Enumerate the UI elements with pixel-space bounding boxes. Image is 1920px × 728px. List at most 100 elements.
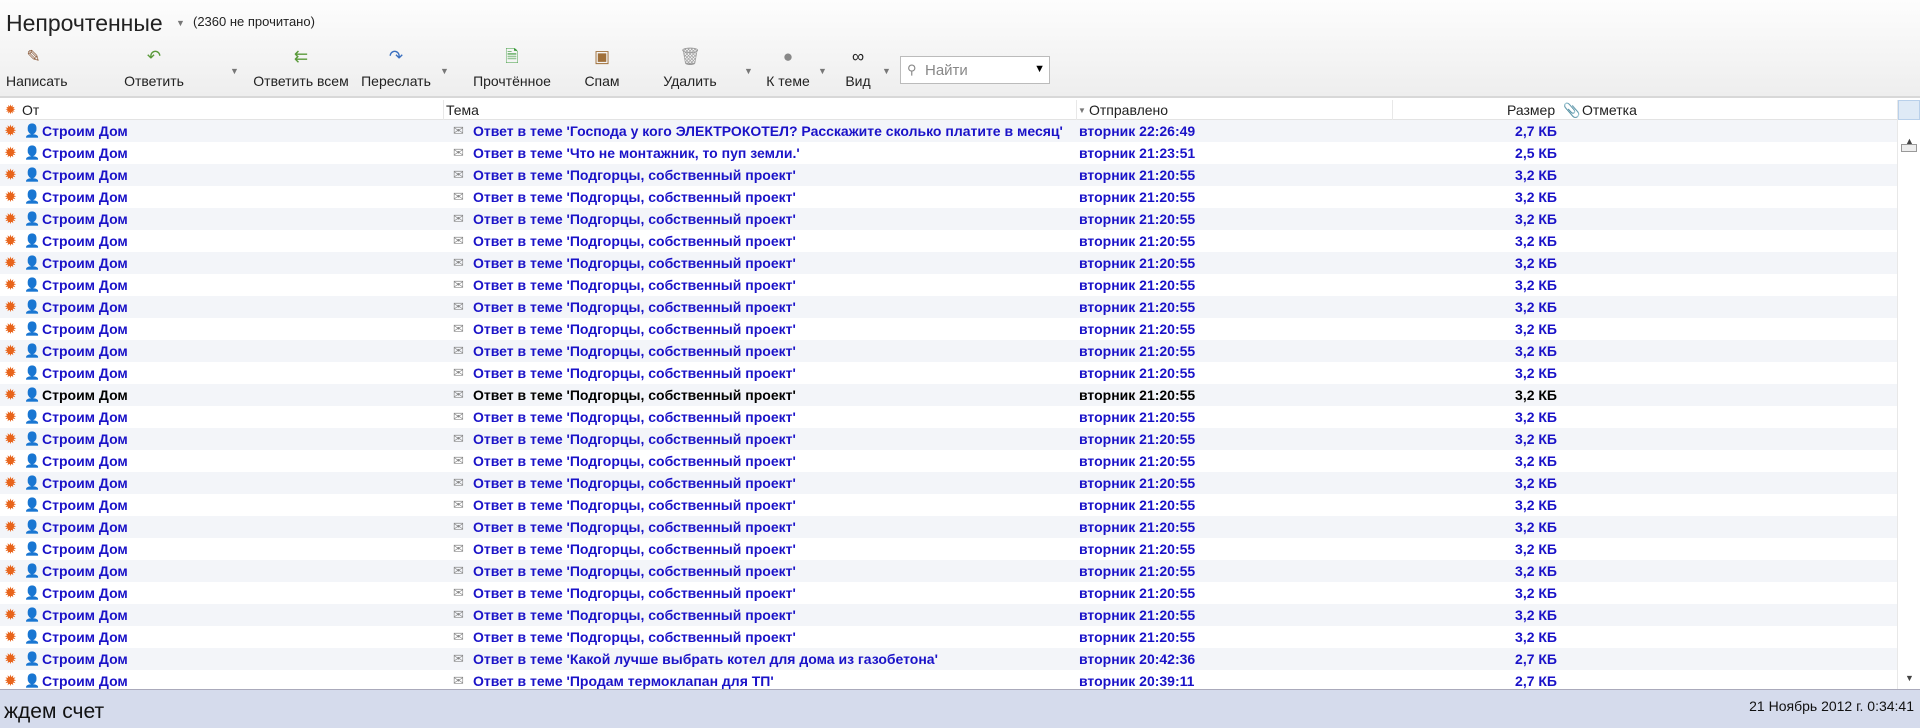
unread-icon[interactable]: ✹ <box>5 541 16 557</box>
message-row[interactable]: ✹ 👤 Строим Дом ✉ Ответ в теме 'Подгорцы, соб… <box>0 582 1897 604</box>
unread-icon[interactable]: ✹ <box>5 211 16 227</box>
message-row[interactable]: ✹ 👤 Строим Дом ✉ Ответ в теме 'Подгорцы, соб… <box>0 384 1897 406</box>
message-row[interactable]: ✹ 👤 Строим Дом ✉ Ответ в теме 'Подгорцы, соб… <box>0 604 1897 626</box>
message-row[interactable]: ✹ 👤 Строим Дом ✉ Ответ в теме 'Подгорцы, соб… <box>0 428 1897 450</box>
spam-button[interactable]: ▣ Спам <box>580 46 624 92</box>
message-row[interactable]: ✹ 👤 Строим Дом ✉ Ответ в теме 'Что не монтаж… <box>0 142 1897 164</box>
contact-icon: 👤 <box>24 277 41 292</box>
thread-button[interactable]: ● К теме <box>762 46 814 92</box>
reply-all-button[interactable]: ⇇ Ответить всем <box>250 46 352 92</box>
message-size: 3,2 КБ <box>1515 343 1557 359</box>
column-divider[interactable] <box>443 100 444 120</box>
message-sent: вторник 21:20:55 <box>1079 277 1196 293</box>
message-row[interactable]: ✹ 👤 Строим Дом ✉ Ответ в теме 'Подгорцы, соб… <box>0 274 1897 296</box>
scroll-down-icon[interactable]: ▼ <box>1905 673 1914 683</box>
message-row[interactable]: ✹ 👤 Строим Дом ✉ Ответ в теме 'Подгорцы, соб… <box>0 208 1897 230</box>
unread-icon[interactable]: ✹ <box>5 431 16 447</box>
search-dropdown-icon[interactable]: ▼ <box>1034 63 1045 75</box>
attachment-icon[interactable]: 📎 <box>1563 102 1580 119</box>
unread-icon[interactable]: ✹ <box>5 519 16 535</box>
delete-button[interactable]: 🗑 Удалить <box>660 46 720 92</box>
unread-icon[interactable]: ✹ <box>5 321 16 337</box>
message-size: 3,2 КБ <box>1515 321 1557 337</box>
unread-icon[interactable]: ✹ <box>5 673 16 689</box>
delete-dropdown-icon[interactable]: ▼ <box>744 66 753 76</box>
vertical-scrollbar[interactable]: ▲ ▼ <box>1897 100 1920 689</box>
unread-icon[interactable]: ✹ <box>5 475 16 491</box>
unread-icon[interactable]: ✹ <box>5 343 16 359</box>
message-row[interactable]: ✹ 👤 Строим Дом ✉ Ответ в теме 'Подгорцы, соб… <box>0 340 1897 362</box>
message-row[interactable]: ✹ 👤 Строим Дом ✉ Ответ в теме 'Подгорцы, соб… <box>0 538 1897 560</box>
message-from: Строим Дом <box>42 189 128 205</box>
message-row[interactable]: ✹ 👤 Строим Дом ✉ Ответ в теме 'Продам термок… <box>0 670 1897 689</box>
message-row[interactable]: ✹ 👤 Строим Дом ✉ Ответ в теме 'Подгорцы, соб… <box>0 560 1897 582</box>
message-row[interactable]: ✹ 👤 Строим Дом ✉ Ответ в теме 'Подгорцы, соб… <box>0 450 1897 472</box>
column-size[interactable]: Размер <box>1507 102 1555 118</box>
message-row[interactable]: ✹ 👤 Строим Дом ✉ Ответ в теме 'Подгорцы, соб… <box>0 494 1897 516</box>
message-row[interactable]: ✹ 👤 Строим Дом ✉ Ответ в теме 'Какой лучше в… <box>0 648 1897 670</box>
folder-title[interactable]: Непрочтенные <box>6 10 163 37</box>
message-row[interactable]: ✹ 👤 Строим Дом ✉ Ответ в теме 'Подгорцы, соб… <box>0 296 1897 318</box>
scroll-thumb[interactable] <box>1901 144 1917 152</box>
message-row[interactable]: ✹ 👤 Строим Дом ✉ Ответ в теме 'Подгорцы, соб… <box>0 230 1897 252</box>
unread-icon[interactable]: ✹ <box>5 453 16 469</box>
column-chooser[interactable] <box>1898 100 1920 120</box>
unread-icon[interactable]: ✹ <box>5 563 16 579</box>
message-row[interactable]: ✹ 👤 Строим Дом ✉ Ответ в теме 'Господа у ког… <box>0 120 1897 142</box>
message-row[interactable]: ✹ 👤 Строим Дом ✉ Ответ в теме 'Подгорцы, соб… <box>0 516 1897 538</box>
unread-icon[interactable]: ✹ <box>5 145 16 161</box>
unread-icon[interactable]: ✹ <box>5 629 16 645</box>
message-row[interactable]: ✹ 👤 Строим Дом ✉ Ответ в теме 'Подгорцы, соб… <box>0 164 1897 186</box>
unread-icon[interactable]: ✹ <box>5 365 16 381</box>
message-from: Строим Дом <box>42 321 128 337</box>
unread-icon[interactable]: ✹ <box>5 585 16 601</box>
column-divider[interactable] <box>1392 100 1393 120</box>
unread-icon[interactable]: ✹ <box>5 255 16 271</box>
unread-icon[interactable]: ✹ <box>5 497 16 513</box>
message-size: 3,2 КБ <box>1515 365 1557 381</box>
column-divider[interactable] <box>1076 100 1077 120</box>
column-subject[interactable]: Тема <box>446 102 479 118</box>
message-row[interactable]: ✹ 👤 Строим Дом ✉ Ответ в теме 'Подгорцы, соб… <box>0 406 1897 428</box>
message-subject: Ответ в теме 'Подгорцы, собственный прое… <box>473 189 796 205</box>
compose-button[interactable]: ✎ Написать <box>6 46 67 92</box>
message-sent: вторник 21:20:55 <box>1079 497 1196 513</box>
message-row[interactable]: ✹ 👤 Строим Дом ✉ Ответ в теме 'Подгорцы, соб… <box>0 626 1897 648</box>
envelope-icon: ✉ <box>453 585 464 600</box>
envelope-icon: ✉ <box>453 541 464 556</box>
column-flag[interactable]: Отметка <box>1582 102 1637 118</box>
message-row[interactable]: ✹ 👤 Строим Дом ✉ Ответ в теме 'Подгорцы, соб… <box>0 472 1897 494</box>
unread-icon[interactable]: ✹ <box>5 387 16 403</box>
view-dropdown-icon[interactable]: ▼ <box>882 66 891 76</box>
column-from[interactable]: От <box>22 102 39 118</box>
unread-icon[interactable]: ✹ <box>5 299 16 315</box>
forward-dropdown-icon[interactable]: ▼ <box>440 66 449 76</box>
folder-dropdown-icon[interactable]: ▼ <box>176 18 185 28</box>
message-row[interactable]: ✹ 👤 Строим Дом ✉ Ответ в теме 'Подгорцы, соб… <box>0 362 1897 384</box>
status-column-icon[interactable]: ✹ <box>5 102 16 118</box>
contact-icon: 👤 <box>24 255 41 270</box>
view-button[interactable]: ∞ Вид <box>840 46 876 92</box>
unread-icon[interactable]: ✹ <box>5 167 16 183</box>
unread-icon[interactable]: ✹ <box>5 607 16 623</box>
unread-icon[interactable]: ✹ <box>5 277 16 293</box>
message-row[interactable]: ✹ 👤 Строим Дом ✉ Ответ в теме 'Подгорцы, соб… <box>0 318 1897 340</box>
message-row[interactable]: ✹ 👤 Строим Дом ✉ Ответ в теме 'Подгорцы, соб… <box>0 186 1897 208</box>
reply-button[interactable]: ↶ Ответить <box>118 46 190 92</box>
thread-dropdown-icon[interactable]: ▼ <box>818 66 827 76</box>
search-placeholder[interactable]: Найти <box>925 62 968 79</box>
message-size: 3,2 КБ <box>1515 431 1557 447</box>
message-row[interactable]: ✹ 👤 Строим Дом ✉ Ответ в теме 'Подгорцы, соб… <box>0 252 1897 274</box>
forward-button[interactable]: ↷ Переслать <box>358 46 434 92</box>
mark-read-button[interactable]: 🗎 Прочтённое <box>466 46 558 92</box>
reply-dropdown-icon[interactable]: ▼ <box>230 66 239 76</box>
column-sent[interactable]: Отправлено <box>1089 102 1168 118</box>
envelope-icon: ✉ <box>453 431 464 446</box>
unread-icon[interactable]: ✹ <box>5 651 16 667</box>
unread-icon[interactable]: ✹ <box>5 123 16 139</box>
envelope-icon: ✉ <box>453 343 464 358</box>
search-box[interactable]: ⚲ Найти ▼ <box>900 56 1050 84</box>
unread-icon[interactable]: ✹ <box>5 233 16 249</box>
unread-icon[interactable]: ✹ <box>5 189 16 205</box>
unread-icon[interactable]: ✹ <box>5 409 16 425</box>
